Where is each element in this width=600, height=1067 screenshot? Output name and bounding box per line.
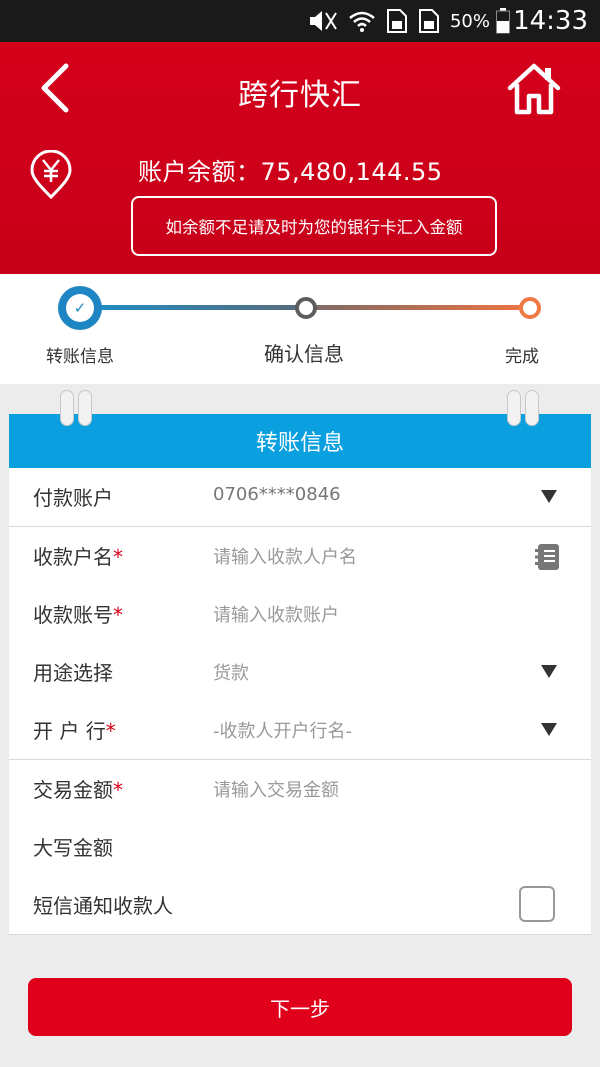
yen-location-icon xyxy=(30,150,72,200)
payee-account-label: 收款账号* xyxy=(33,603,123,627)
amount-upper-label: 大写金额 xyxy=(33,836,113,860)
payee-section: 收款户名* 请输入收款人户名 收款账号* 请输入收款账户 用途选择 货款 开 户… xyxy=(9,527,591,760)
header: 跨行快汇 账户余额：75,480,144.55 如余额不足请及时为您的银行卡汇入… xyxy=(0,42,600,274)
payee-account-input[interactable]: 请输入收款账户 xyxy=(213,601,339,627)
sms-notify-checkbox[interactable] xyxy=(519,886,555,922)
dropdown-arrow-icon[interactable] xyxy=(541,723,557,736)
battery-icon xyxy=(496,8,510,34)
purpose-select[interactable]: 货款 xyxy=(213,659,249,685)
sms-notify-label: 短信通知收款人 xyxy=(33,894,173,918)
clip-decoration-right xyxy=(507,390,541,428)
check-icon: ✓ xyxy=(66,294,94,322)
sim-card-icon xyxy=(386,9,407,33)
sms-notify-row: 短信通知收款人 xyxy=(9,876,591,934)
step-1-marker: ✓ xyxy=(58,286,102,330)
payee-name-input[interactable]: 请输入收款人户名 xyxy=(213,543,357,569)
amount-section: 交易金额* 请输入交易金额 大写金额 短信通知收款人 xyxy=(9,760,591,935)
mute-icon xyxy=(309,11,337,31)
amount-upper-row: 大写金额 xyxy=(9,818,591,876)
bank-row[interactable]: 开 户 行* -收款人开户行名- xyxy=(9,701,591,759)
amount-row: 交易金额* 请输入交易金额 xyxy=(9,760,591,818)
step-2-label: 确认信息 xyxy=(264,342,344,366)
step-track-1 xyxy=(80,305,306,310)
payer-section: 付款账户 0706****0846 xyxy=(9,468,591,527)
contacts-book-icon[interactable] xyxy=(535,543,561,571)
step-track-2 xyxy=(306,305,530,310)
clock: 14:33 xyxy=(513,6,588,36)
step-2-marker xyxy=(295,297,317,319)
section-title: 转账信息 xyxy=(9,414,591,468)
balance-notice: 如余额不足请及时为您的银行卡汇入金额 xyxy=(131,196,497,256)
bank-label: 开 户 行* xyxy=(33,719,116,743)
dropdown-arrow-icon[interactable] xyxy=(541,665,557,678)
step-1-label: 转账信息 xyxy=(46,347,114,367)
sim-card-icon-2 xyxy=(418,9,439,33)
transfer-form: 付款账户 0706****0846 收款户名* 请输入收款人户名 收款账号* 请… xyxy=(9,468,591,935)
bank-select[interactable]: -收款人开户行名- xyxy=(213,717,352,743)
status-icons: 50% xyxy=(308,8,490,34)
amount-input[interactable]: 请输入交易金额 xyxy=(213,776,339,802)
home-icon[interactable] xyxy=(504,58,564,118)
payer-account-row[interactable]: 付款账户 0706****0846 xyxy=(9,468,591,526)
dropdown-arrow-icon[interactable] xyxy=(541,490,557,503)
payee-name-label: 收款户名* xyxy=(33,545,123,569)
payer-account-label: 付款账户 xyxy=(33,486,113,510)
purpose-label: 用途选择 xyxy=(33,661,113,685)
step-3-label: 完成 xyxy=(505,347,539,367)
payee-account-row: 收款账号* 请输入收款账户 xyxy=(9,585,591,643)
status-bar: 50% 14:33 xyxy=(0,0,600,42)
payer-account-select[interactable]: 0706****0846 xyxy=(213,484,341,505)
wifi-icon xyxy=(349,11,375,32)
battery-percent: 50% xyxy=(449,10,490,32)
clip-decoration-left xyxy=(60,390,94,428)
purpose-row[interactable]: 用途选择 货款 xyxy=(9,643,591,701)
progress-steps: ✓ 转账信息 确认信息 完成 xyxy=(0,274,600,384)
step-3-marker xyxy=(519,297,541,319)
amount-label: 交易金额* xyxy=(33,778,123,802)
next-button[interactable]: 下一步 xyxy=(28,978,572,1036)
payee-name-row: 收款户名* 请输入收款人户名 xyxy=(9,527,591,585)
account-balance: 账户余额：75,480,144.55 xyxy=(138,158,443,186)
